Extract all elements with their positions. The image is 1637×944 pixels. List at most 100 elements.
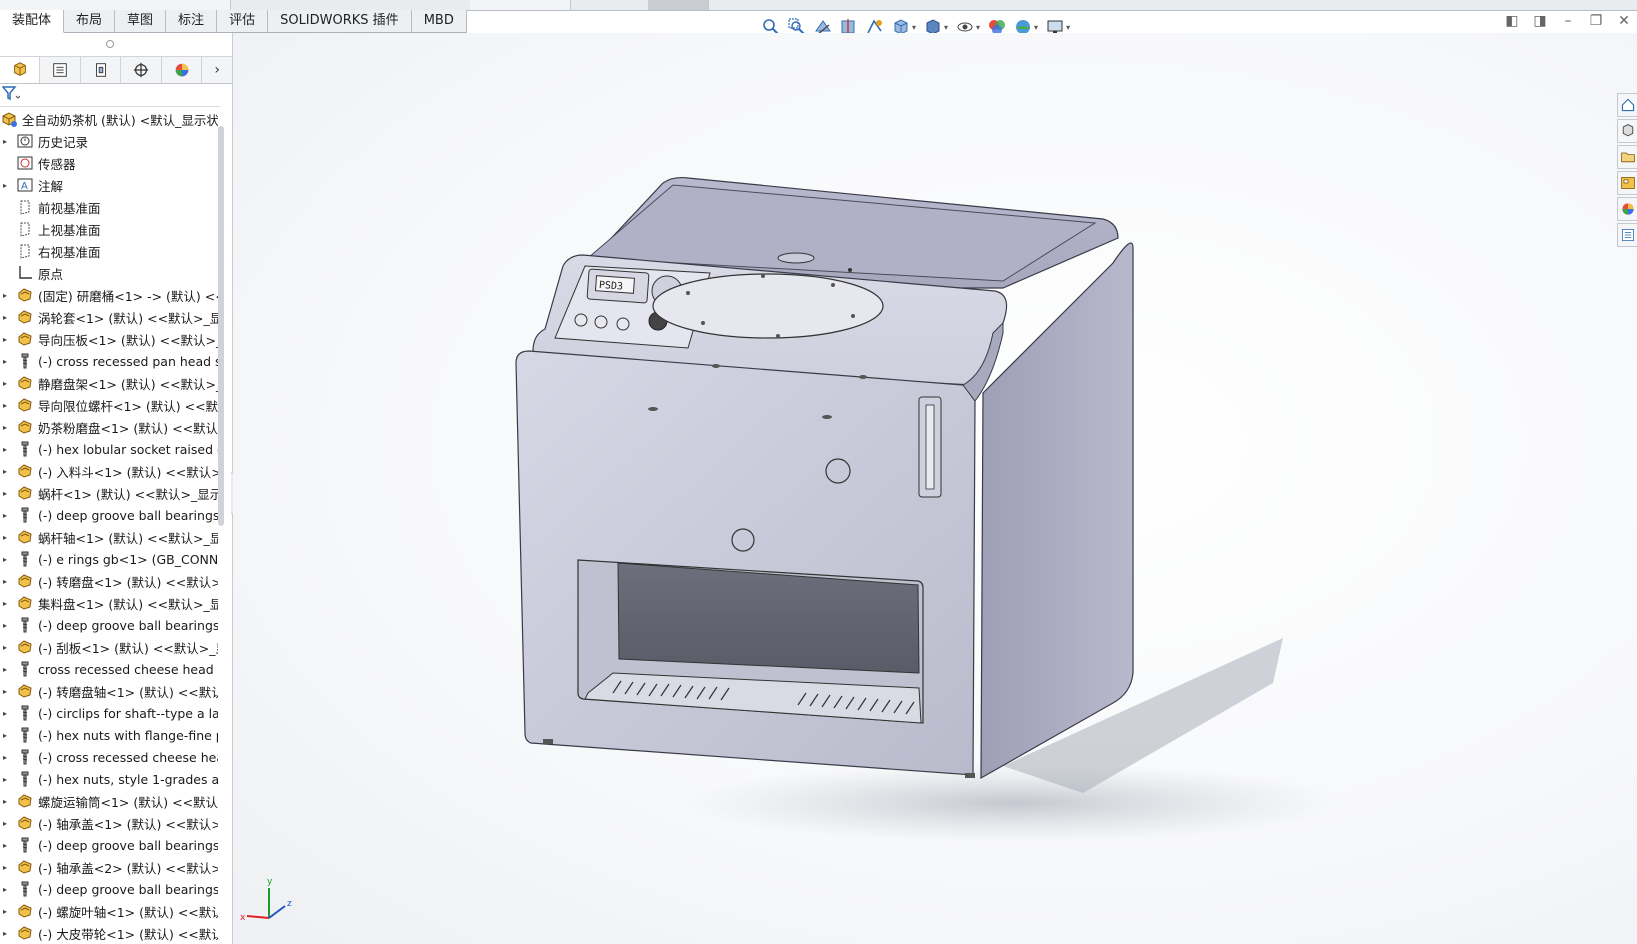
expand-arrow-icon[interactable]: ▸	[0, 753, 10, 762]
command-tab[interactable]: SOLIDWORKS 插件	[268, 10, 412, 32]
tree-item[interactable]: ▸ (-) deep groove ball bearings	[0, 834, 218, 856]
expand-arrow-icon[interactable]: ▸	[0, 467, 10, 476]
tree-item[interactable]: ▸ (-) 刮板<1> (默认) <<默认>_显	[0, 636, 218, 658]
tree-item[interactable]: ▸ cross recessed cheese head s	[0, 658, 218, 680]
command-tab[interactable]: 布局	[64, 10, 116, 32]
expand-arrow-icon[interactable]: ▸	[0, 533, 10, 542]
tree-item[interactable]: ▸ (-) e rings gb<1> (GB_CONNE	[0, 548, 218, 570]
tree-item[interactable]: ▸ (-) 轴承盖<2> (默认) <<默认>_	[0, 856, 218, 878]
tree-item[interactable]: ▸ 螺旋运输筒<1> (默认) <<默认>	[0, 790, 218, 812]
command-tab[interactable]: 标注	[166, 10, 218, 32]
expand-arrow-icon[interactable]: ▸	[0, 841, 10, 850]
expand-arrow-icon[interactable]: ▸	[0, 445, 10, 454]
tree-item[interactable]: ▸ (-) circlips for shaft--type a lar	[0, 702, 218, 724]
dropdown-caret-icon[interactable]: ▾	[912, 23, 916, 32]
tree-item[interactable]: ▸ (-) hex nuts, style 1-grades ab	[0, 768, 218, 790]
expand-arrow-icon[interactable]: ▸	[0, 577, 10, 586]
tree-scrollbar[interactable]	[218, 126, 224, 526]
dimxpert-icon[interactable]	[121, 57, 162, 83]
restore-left-icon[interactable]: ◧	[1505, 14, 1519, 28]
custom-properties-icon[interactable]	[1617, 223, 1637, 247]
tree-item[interactable]: ▸ (-) 螺旋叶轴<1> (默认) <<默认	[0, 900, 218, 922]
expand-arrow-icon[interactable]: ▸	[0, 819, 10, 828]
dropdown-caret-icon[interactable]: ▾	[1034, 23, 1038, 32]
tree-item[interactable]: ▸ (-) cross recessed pan head s	[0, 350, 218, 372]
configuration-manager-icon[interactable]	[81, 57, 122, 83]
expand-arrow-icon[interactable]: ▸	[0, 731, 10, 740]
command-tab[interactable]: 草图	[115, 10, 167, 32]
tree-item[interactable]: ▸ (-) 轴承盖<1> (默认) <<默认>_	[0, 812, 218, 834]
dropdown-caret-icon[interactable]: ▾	[1066, 23, 1070, 32]
expand-arrow-icon[interactable]: ▸	[0, 423, 10, 432]
expand-arrow-icon[interactable]: ▸	[0, 357, 10, 366]
command-tab[interactable]: 评估	[217, 10, 269, 32]
expand-arrow-icon[interactable]: ▸	[0, 621, 10, 630]
property-manager-icon[interactable]	[40, 57, 81, 83]
restore-right-icon[interactable]: ◨	[1533, 14, 1547, 28]
minimize-icon[interactable]: –	[1561, 14, 1575, 28]
expand-arrow-icon[interactable]: ▸	[0, 137, 10, 146]
home-icon[interactable]	[1617, 93, 1637, 117]
tree-item[interactable]: ▸ (固定) 研磨桶<1> -> (默认) <<	[0, 284, 218, 306]
expand-arrow-icon[interactable]: ▸	[0, 665, 10, 674]
expand-arrow-icon[interactable]: ▸	[0, 181, 10, 190]
view-palette-icon[interactable]	[1617, 171, 1637, 195]
expand-arrow-icon[interactable]: ▸	[0, 775, 10, 784]
design-library-icon[interactable]	[1617, 119, 1637, 143]
expand-arrow-icon[interactable]: ▸	[0, 401, 10, 410]
expand-arrow-icon[interactable]: ▸	[0, 291, 10, 300]
more-tabs-chevron-icon[interactable]: ›	[202, 57, 232, 83]
tree-item[interactable]: ▸ (-) hex nuts with flange-fine pi	[0, 724, 218, 746]
tea-machine-model[interactable]: PSD3	[233, 33, 1637, 944]
tree-item[interactable]: ▸ 导向限位螺杆<1> (默认) <<默认	[0, 394, 218, 416]
expand-arrow-icon[interactable]: ▸	[0, 511, 10, 520]
expand-arrow-icon[interactable]: ▸	[0, 379, 10, 388]
expand-arrow-icon[interactable]: ▸	[0, 555, 10, 564]
close-icon[interactable]: ✕	[1617, 14, 1631, 28]
filter-row[interactable]	[0, 84, 220, 107]
tree-item[interactable]: 上视基准面	[0, 218, 218, 240]
filter-icon[interactable]	[1, 85, 21, 105]
expand-arrow-icon[interactable]: ▸	[0, 687, 10, 696]
expand-arrow-icon[interactable]: ▸	[0, 335, 10, 344]
expand-arrow-icon[interactable]: ▸	[0, 709, 10, 718]
expand-arrow-icon[interactable]: ▸	[0, 313, 10, 322]
appearances-icon[interactable]	[1617, 197, 1637, 221]
dropdown-caret-icon[interactable]: ▾	[944, 23, 948, 32]
tree-item[interactable]: ▸ (-) deep groove ball bearings	[0, 504, 218, 526]
expand-arrow-icon[interactable]: ▸	[0, 489, 10, 498]
tree-item[interactable]: ▸ (-) cross recessed cheese hea	[0, 746, 218, 768]
graphics-viewport[interactable]: PSD3 y x z	[233, 33, 1637, 944]
tree-item[interactable]: ▸ 集料盘<1> (默认) <<默认>_显示	[0, 592, 218, 614]
expand-arrow-icon[interactable]: ▸	[0, 907, 10, 916]
feature-manager-icon[interactable]	[0, 57, 41, 83]
tree-item[interactable]: ▸ 涡轮套<1> (默认) <<默认>_显示	[0, 306, 218, 328]
dropdown-caret-icon[interactable]: ▾	[976, 23, 980, 32]
file-explorer-icon[interactable]	[1617, 145, 1637, 169]
tree-item[interactable]: 右视基准面	[0, 240, 218, 262]
expand-arrow-icon[interactable]: ▸	[0, 599, 10, 608]
tree-item[interactable]: 全自动奶茶机 (默认) <默认_显示状态	[0, 108, 218, 130]
display-manager-icon[interactable]	[162, 57, 203, 83]
tree-item[interactable]: ▸ 奶茶粉磨盘<1> (默认) <<默认>	[0, 416, 218, 438]
maximize-icon[interactable]: ❐	[1589, 14, 1603, 28]
command-tab[interactable]: MBD	[411, 10, 467, 32]
tree-item[interactable]: ▸ (-) 转磨盘轴<1> (默认) <<默认	[0, 680, 218, 702]
tree-item[interactable]: ▸ (-) deep groove ball bearings	[0, 878, 218, 900]
command-tab[interactable]: 装配体	[0, 10, 65, 33]
expand-arrow-icon[interactable]: ▸	[0, 929, 10, 938]
panel-grip-icon[interactable]	[106, 40, 114, 48]
tree-item[interactable]: ▸ 蜗杆<1> (默认) <<默认>_显示状	[0, 482, 218, 504]
tree-item[interactable]: 传感器	[0, 152, 218, 174]
tree-item[interactable]: ▸ 历史记录	[0, 130, 218, 152]
top-strip-segment-active[interactable]	[648, 0, 709, 10]
tree-item[interactable]: ▸ (-) 入料斗<1> (默认) <<默认>_	[0, 460, 218, 482]
expand-arrow-icon[interactable]: ▸	[0, 885, 10, 894]
tree-item[interactable]: ▸ 蜗杆轴<1> (默认) <<默认>_显示	[0, 526, 218, 548]
tree-item[interactable]: ▸ 静磨盘架<1> (默认) <<默认>_显	[0, 372, 218, 394]
tree-item[interactable]: ▸ (-) 转磨盘<1> (默认) <<默认>_	[0, 570, 218, 592]
tree-item[interactable]: 前视基准面	[0, 196, 218, 218]
tree-item[interactable]: ▸ (-) 大皮带轮<1> (默认) <<默认	[0, 922, 218, 944]
expand-arrow-icon[interactable]: ▸	[0, 797, 10, 806]
tree-item[interactable]: 原点	[0, 262, 218, 284]
